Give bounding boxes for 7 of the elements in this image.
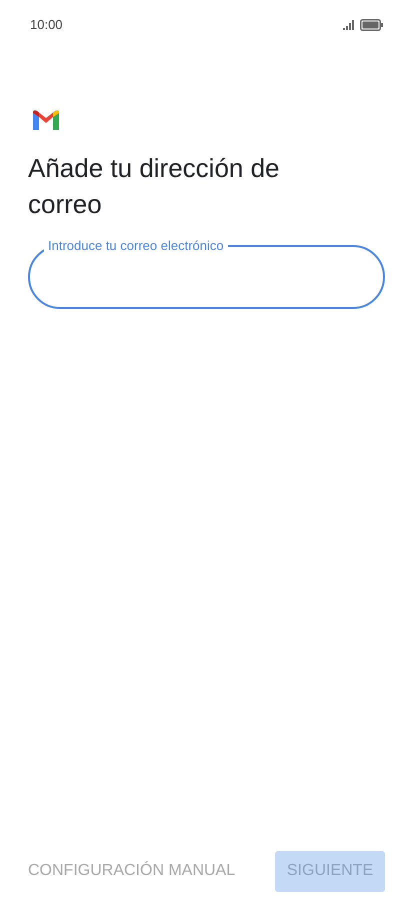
mail-logo-icon (33, 110, 59, 130)
email-field[interactable]: Introduce tu correo electrónico (28, 238, 385, 309)
status-time: 10:00 (30, 16, 63, 34)
signal-icon (343, 19, 356, 30)
field-label: Introduce tu correo electrónico (47, 238, 225, 254)
page-title: Añade tu dirección de correo (27, 152, 281, 221)
battery-icon (360, 18, 383, 30)
